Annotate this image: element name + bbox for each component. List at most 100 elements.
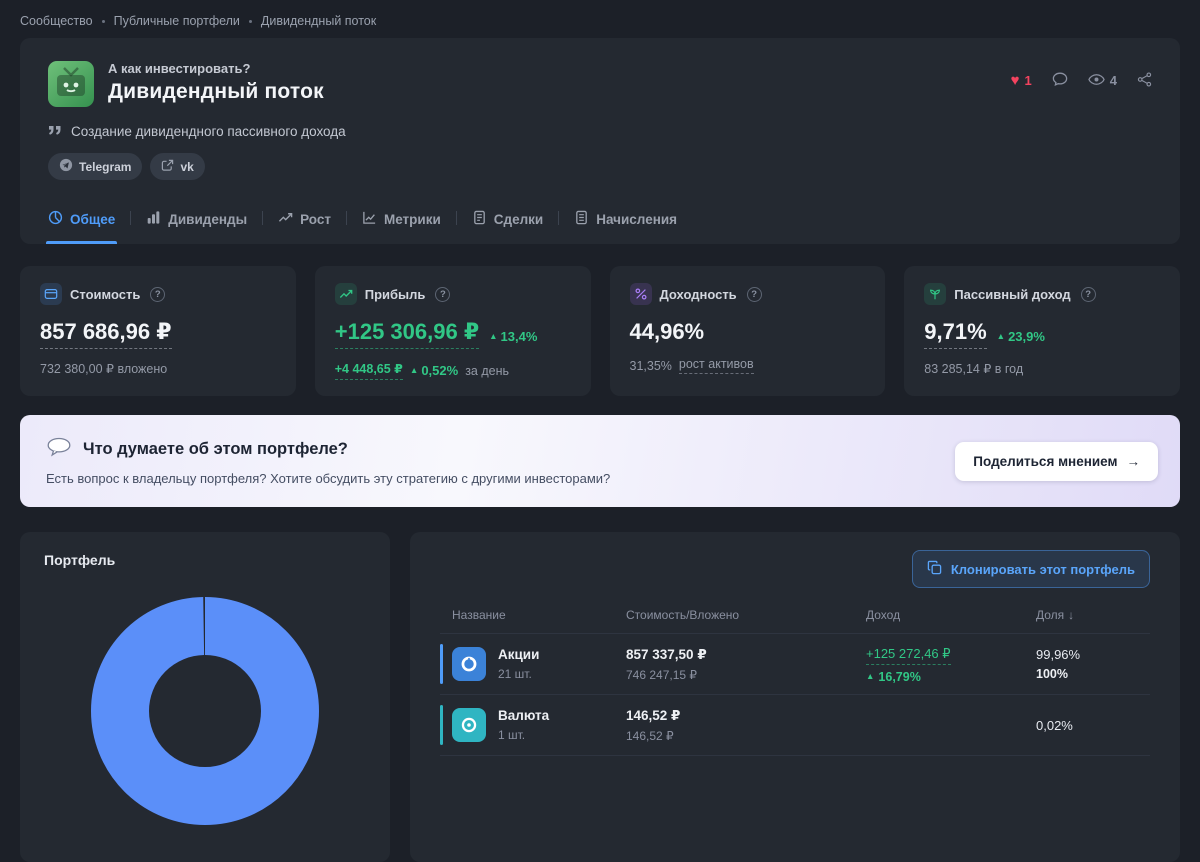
row-accent-bar bbox=[440, 705, 443, 745]
social-links: Telegram vk bbox=[48, 153, 1152, 180]
eye-icon bbox=[1088, 73, 1105, 89]
asset-income[interactable]: +125 272,46 ₽ bbox=[866, 646, 951, 665]
trending-up-icon bbox=[278, 210, 293, 228]
passive-income-value[interactable]: 9,71% bbox=[924, 319, 987, 349]
arrow-right-icon: → bbox=[1126, 453, 1141, 469]
banner-title: Что думаете об этом портфеле? bbox=[83, 439, 348, 458]
line-chart-icon bbox=[362, 210, 377, 228]
percent-icon bbox=[629, 283, 652, 305]
asset-value: 146,52 ₽ bbox=[626, 707, 681, 723]
page-title: Дивидендный поток bbox=[108, 80, 324, 103]
tab-general[interactable]: Общее bbox=[45, 210, 118, 244]
per-day-label: за день bbox=[465, 363, 510, 378]
holdings-table: Название Стоимость/Вложено Доход Доля ↓ bbox=[440, 608, 1150, 756]
column-header-value[interactable]: Стоимость/Вложено bbox=[626, 608, 866, 622]
portfolio-value[interactable]: 857 686,96 ₽ bbox=[40, 319, 172, 349]
help-icon[interactable]: ? bbox=[435, 286, 451, 302]
asset-growth-value: 31,35% bbox=[629, 358, 672, 373]
stat-label: Пассивный доход bbox=[954, 286, 1071, 302]
passive-income-delta: ▲ 23,9% bbox=[997, 329, 1045, 344]
tab-bar: Общее Дивиденды Рост Метрики Сделки Начи… bbox=[45, 210, 1152, 244]
external-link-icon bbox=[161, 159, 174, 175]
breadcrumb-community[interactable]: Сообщество bbox=[20, 14, 93, 28]
breadcrumb-separator-icon bbox=[248, 19, 252, 23]
tab-label: Рост bbox=[300, 211, 331, 227]
triangle-up-icon: ▲ bbox=[409, 365, 419, 376]
help-icon[interactable]: ? bbox=[746, 286, 762, 302]
stat-card-passive-income: Пассивный доход ? 9,71% ▲ 23,9% 83 285,1… bbox=[904, 266, 1180, 396]
stat-card-value: Стоимость ? 857 686,96 ₽ 732 380,00 ₽ вл… bbox=[20, 266, 296, 396]
portfolio-donut-chart[interactable] bbox=[90, 596, 320, 826]
asset-growth-label[interactable]: рост активов bbox=[678, 357, 754, 374]
tab-dividends[interactable]: Дивиденды bbox=[146, 210, 247, 244]
button-label: Поделиться мнением bbox=[973, 453, 1118, 469]
tab-growth[interactable]: Рост bbox=[278, 210, 331, 244]
column-header-name[interactable]: Название bbox=[440, 608, 626, 622]
yield-value: 44,96% bbox=[629, 319, 705, 344]
tab-label: Метрики bbox=[383, 211, 441, 227]
currency-icon bbox=[452, 708, 486, 742]
speech-bubble-icon bbox=[46, 437, 72, 462]
vk-label: vk bbox=[180, 159, 194, 174]
quote-icon bbox=[48, 124, 62, 139]
asset-invested: 146,52 ₽ bbox=[626, 728, 674, 743]
comments-button[interactable] bbox=[1052, 71, 1068, 90]
telegram-link[interactable]: Telegram bbox=[48, 153, 143, 180]
tab-label: Начисления bbox=[596, 211, 678, 227]
like-button[interactable]: ♥ 1 bbox=[1011, 73, 1032, 88]
yearly-income: 83 285,14 ₽ в год bbox=[924, 362, 1024, 376]
table-header-row: Название Стоимость/Вложено Доход Доля ↓ bbox=[440, 608, 1150, 634]
tab-metrics[interactable]: Метрики bbox=[362, 210, 441, 244]
share-button[interactable] bbox=[1137, 71, 1152, 90]
breadcrumb-current: Дивидендный поток bbox=[260, 14, 377, 28]
share-opinion-button[interactable]: Поделиться мнением → bbox=[955, 441, 1158, 481]
help-icon[interactable]: ? bbox=[1080, 286, 1096, 302]
breadcrumb: Сообщество Публичные портфели Дивидендны… bbox=[0, 0, 1200, 38]
delta-value: 0,52% bbox=[421, 363, 459, 378]
telegram-label: Telegram bbox=[79, 159, 132, 174]
portfolio-header-card: А как инвестировать? Дивидендный поток ♥… bbox=[20, 38, 1180, 244]
views-counter: 4 bbox=[1088, 73, 1117, 89]
bar-chart-icon bbox=[146, 210, 161, 228]
table-row-stocks[interactable]: Акции 21 шт. 857 337,50 ₽ 746 247,15 ₽ +… bbox=[440, 634, 1150, 695]
author-link[interactable]: А как инвестировать? bbox=[108, 61, 324, 76]
asset-value: 857 337,50 ₽ bbox=[626, 646, 707, 662]
tv-cartoon-icon bbox=[57, 67, 85, 96]
column-header-income[interactable]: Доход bbox=[866, 608, 1036, 622]
chart-title: Портфель bbox=[44, 552, 116, 568]
asset-quantity: 21 шт. bbox=[498, 667, 532, 681]
share-icon bbox=[1137, 71, 1152, 90]
bottom-section: Портфель Клонировать этот портфель Назва… bbox=[20, 532, 1180, 862]
asset-name: Валюта bbox=[498, 708, 550, 723]
stat-label: Доходность bbox=[659, 286, 737, 302]
asset-invested: 746 247,15 ₽ bbox=[626, 667, 698, 682]
pie-chart-icon bbox=[48, 210, 63, 228]
profit-value[interactable]: +125 306,96 ₽ bbox=[334, 319, 480, 349]
tab-accruals[interactable]: Начисления bbox=[574, 210, 677, 244]
stocks-icon bbox=[452, 647, 486, 681]
wallet-icon bbox=[40, 283, 62, 305]
delta-value: 23,9% bbox=[1008, 328, 1045, 344]
copy-icon bbox=[927, 560, 942, 578]
help-icon[interactable]: ? bbox=[150, 286, 166, 302]
stat-card-profit: Прибыль ? +125 306,96 ₽ ▲ 13,4% +4 448,6… bbox=[314, 266, 591, 396]
stat-label: Стоимость bbox=[70, 286, 141, 302]
invested-amount: 732 380,00 ₽ вложено bbox=[40, 362, 168, 376]
asset-share-total: 100% bbox=[1036, 667, 1068, 681]
tab-separator bbox=[558, 211, 560, 225]
sort-down-icon: ↓ bbox=[1068, 608, 1075, 622]
portfolio-chart-card: Портфель bbox=[20, 532, 390, 862]
clone-portfolio-button[interactable]: Клонировать этот портфель bbox=[911, 550, 1150, 588]
vk-link[interactable]: vk bbox=[150, 153, 205, 180]
tab-label: Дивиденды bbox=[168, 211, 248, 227]
receipt-icon bbox=[574, 210, 589, 228]
triangle-up-icon: ▲ bbox=[996, 331, 1006, 341]
day-profit-amount[interactable]: +4 448,65 ₽ bbox=[334, 361, 403, 380]
tab-deals[interactable]: Сделки bbox=[472, 210, 543, 244]
breadcrumb-public-portfolios[interactable]: Публичные портфели bbox=[114, 14, 240, 28]
triangle-up-icon: ▲ bbox=[489, 331, 498, 341]
discussion-banner: Что думаете об этом портфеле? Есть вопро… bbox=[20, 415, 1180, 507]
banner-subtitle: Есть вопрос к владельцу портфеля? Хотите… bbox=[46, 470, 611, 486]
column-header-share[interactable]: Доля ↓ bbox=[1036, 608, 1150, 622]
document-icon bbox=[472, 210, 487, 228]
